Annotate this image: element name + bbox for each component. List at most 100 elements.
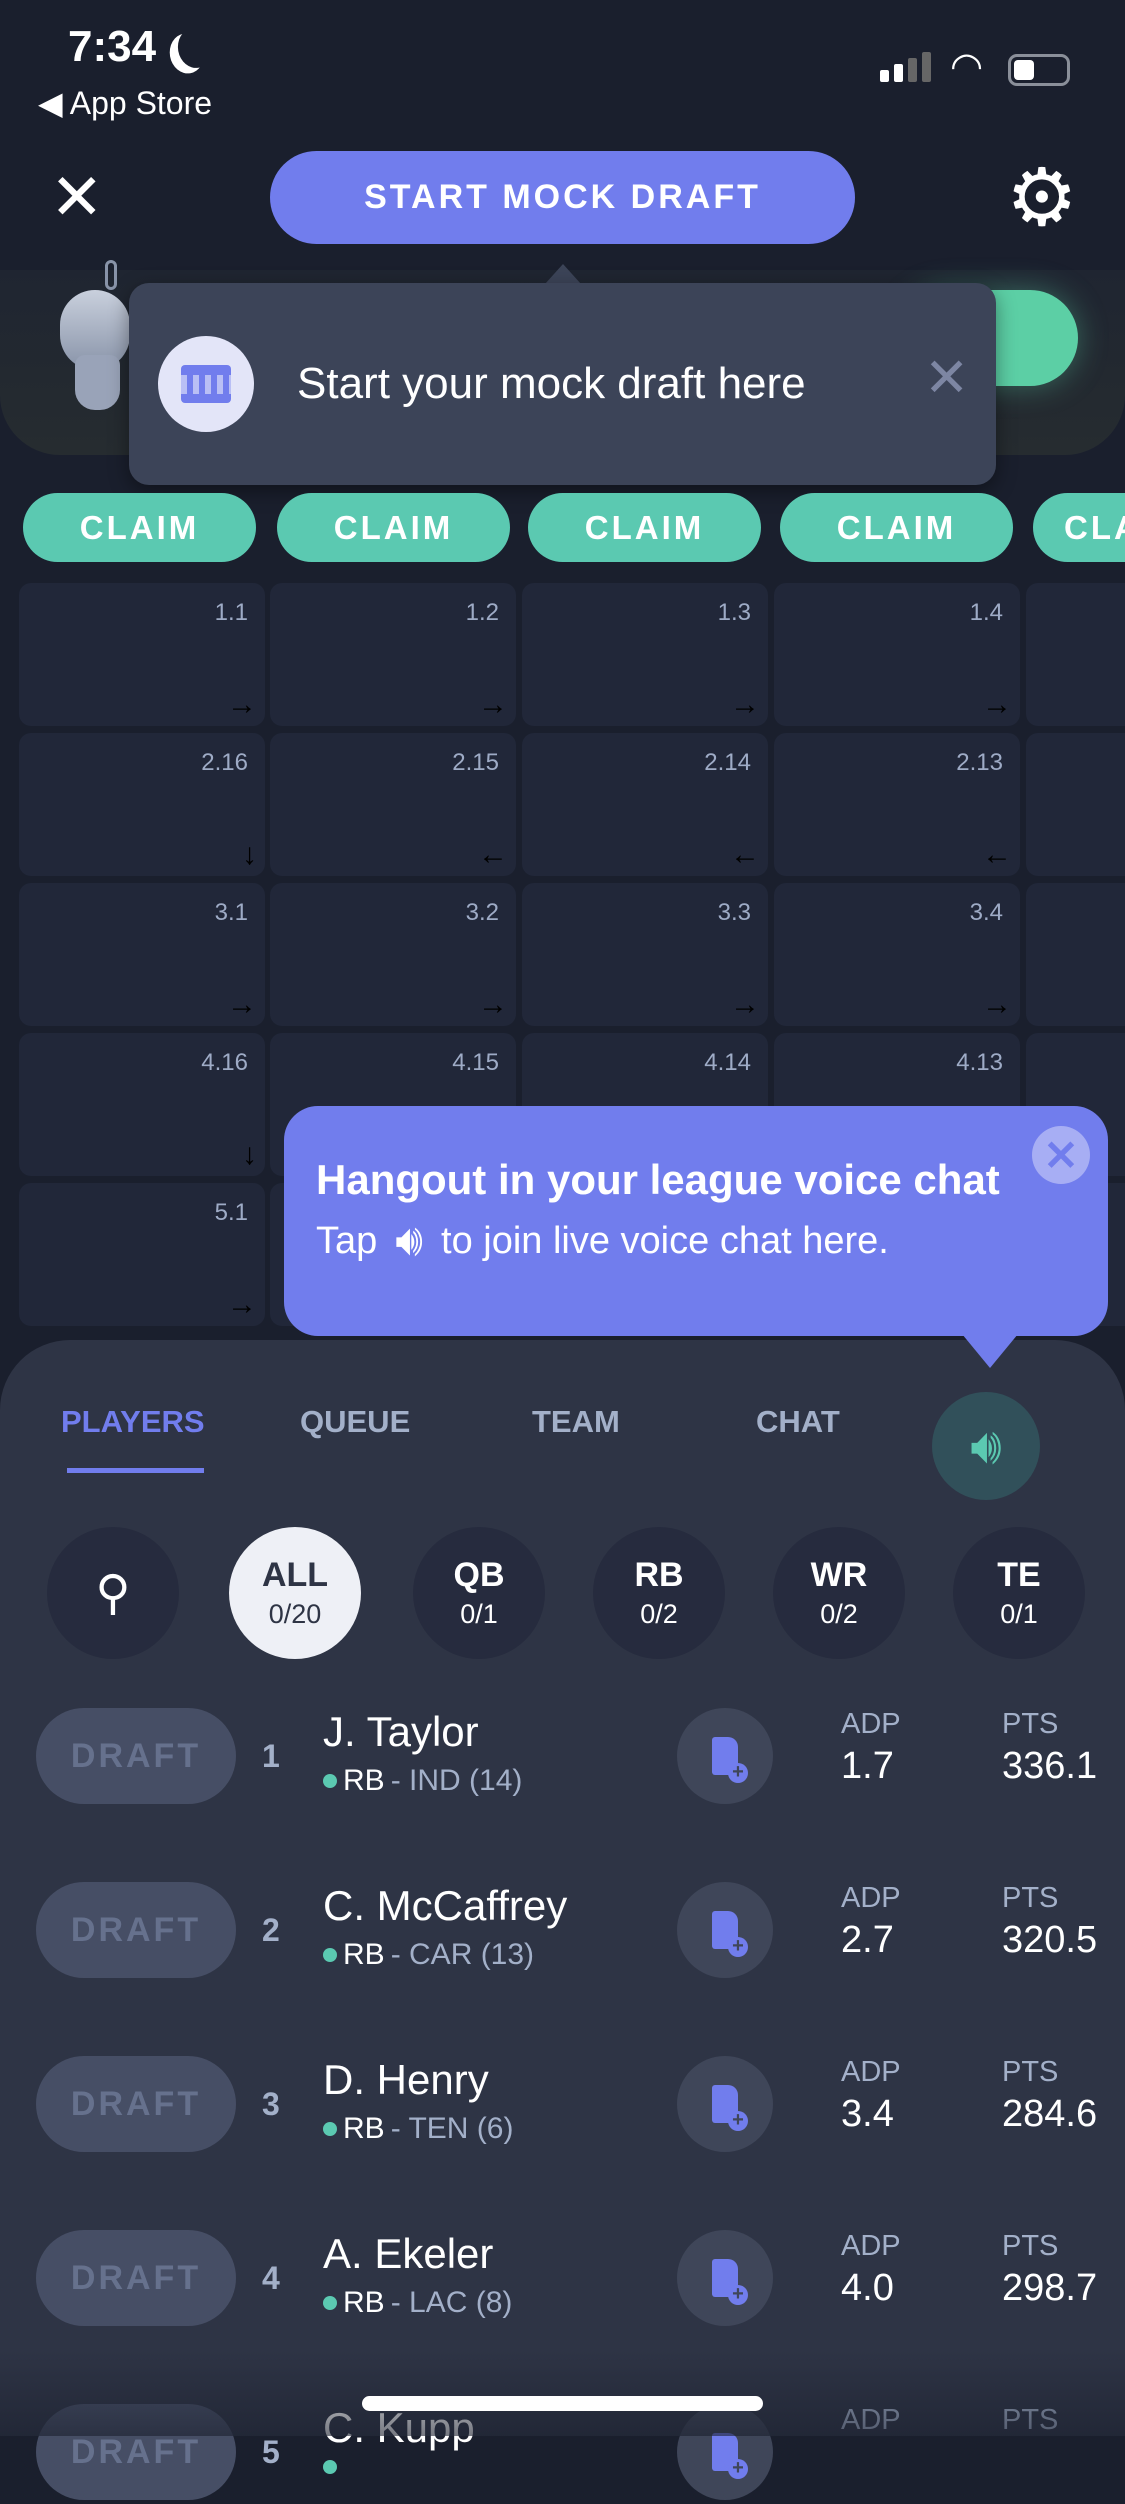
tooltip-body: Tap 🔊︎ to join live voice chat here.: [316, 1216, 889, 1266]
snake-direction-arrow-icon: →: [227, 1288, 257, 1321]
gear-icon[interactable]: ⚙: [1006, 158, 1078, 238]
player-team: - TEN (6): [390, 2112, 514, 2145]
draft-pick-cell[interactable]: 5.1 →: [19, 1183, 265, 1326]
pick-number: 1.4: [969, 599, 1003, 626]
pick-number: 3.3: [717, 899, 751, 926]
draft-pick-cell[interactable]: [1026, 733, 1125, 876]
adp-label: ADP: [841, 2056, 901, 2088]
player-row: DRAFT 1 J. Taylor RB- IND (14) ADP 1.7 PT…: [0, 1708, 1125, 1808]
search-button[interactable]: ⚲: [47, 1527, 179, 1659]
player-rank: 4: [262, 2260, 280, 2296]
player-position: RB: [343, 2112, 385, 2145]
status-dot-icon: [323, 2460, 337, 2474]
draft-pick-cell[interactable]: 2.16 ↓: [19, 733, 265, 876]
claim-button[interactable]: CLAIM: [23, 493, 256, 562]
position-filter-wr[interactable]: WR 0/2: [773, 1527, 905, 1659]
draft-pick-cell[interactable]: [1026, 583, 1125, 726]
tab-chat[interactable]: CHAT: [756, 1404, 840, 1440]
draft-pick-cell[interactable]: 2.13 ←: [774, 733, 1020, 876]
add-note-button[interactable]: [677, 1882, 773, 1978]
position-filter-all[interactable]: ALL 0/20: [229, 1527, 361, 1659]
speaker-icon: 🔊︎: [970, 1417, 1002, 1474]
player-name[interactable]: A. Ekeler: [323, 2230, 493, 2278]
snake-direction-arrow-icon: →: [982, 688, 1012, 721]
draft-pick-cell[interactable]: 1.3 →: [522, 583, 768, 726]
position-filter-qb[interactable]: QB 0/1: [413, 1527, 545, 1659]
pick-number: 3.4: [969, 899, 1003, 926]
player-position: RB: [343, 2286, 385, 2319]
close-icon[interactable]: ✕: [50, 165, 104, 229]
pts-label: PTS: [1002, 1882, 1059, 1914]
adp-stat: ADP 2.7: [841, 1882, 901, 1962]
pts-label: PTS: [1002, 2056, 1059, 2088]
player-name[interactable]: C. McCaffrey: [323, 1882, 567, 1930]
snake-direction-arrow-icon: ←: [730, 838, 760, 871]
player-name[interactable]: J. Taylor: [323, 1708, 479, 1756]
pick-number: 3.2: [465, 899, 499, 926]
claim-button[interactable]: CLAIM: [528, 493, 761, 562]
draft-pick-cell[interactable]: 1.4 →: [774, 583, 1020, 726]
pts-value: 336.1: [1002, 1745, 1098, 1787]
adp-stat: ADP 3.4: [841, 2056, 901, 2136]
draft-pick-cell[interactable]: 4.16 ↓: [19, 1033, 265, 1176]
adp-label: ADP: [841, 1882, 901, 1914]
draft-pick-cell[interactable]: 3.4 →: [774, 883, 1020, 1026]
pick-number: 1.2: [465, 599, 499, 626]
draft-pick-cell[interactable]: 2.15 ←: [270, 733, 516, 876]
pick-number: 2.15: [452, 749, 499, 776]
tab-queue[interactable]: QUEUE: [300, 1404, 410, 1440]
pick-number: 4.13: [956, 1049, 1003, 1076]
add-note-button[interactable]: [677, 1708, 773, 1804]
player-rank: 3: [262, 2086, 280, 2122]
start-mock-draft-button[interactable]: START MOCK DRAFT: [270, 151, 855, 244]
back-to-app-store[interactable]: ◀ App Store: [38, 84, 212, 122]
draft-pick-cell[interactable]: 1.2 →: [270, 583, 516, 726]
filter-count: 0/20: [268, 1599, 322, 1629]
snake-direction-arrow-icon: →: [227, 988, 257, 1021]
note-add-icon: [712, 1737, 748, 1783]
player-position: RB: [343, 1938, 385, 1971]
draft-pick-cell[interactable]: 2.14 ←: [522, 733, 768, 876]
tooltip-close-icon[interactable]: ✕: [924, 351, 969, 405]
filter-count: 0/1: [460, 1599, 498, 1629]
draft-board-icon: [158, 336, 254, 432]
draft-button[interactable]: DRAFT: [36, 2056, 236, 2152]
adp-stat: ADP 4.0: [841, 2230, 901, 2310]
voice-chat-tooltip: Hangout in your league voice chat Tap 🔊︎…: [284, 1106, 1108, 1336]
adp-value: 3.4: [841, 2093, 894, 2135]
pts-label: PTS: [1002, 2230, 1059, 2262]
claim-button[interactable]: CLAIM: [1033, 493, 1125, 562]
tooltip-arrow: [545, 264, 581, 284]
filter-name: WR: [810, 1556, 868, 1594]
draft-button[interactable]: DRAFT: [36, 1882, 236, 1978]
pts-label: PTS: [1002, 1708, 1059, 1740]
pick-number: 4.15: [452, 1049, 499, 1076]
add-note-button[interactable]: [677, 2230, 773, 2326]
draft-pick-cell[interactable]: 3.2 →: [270, 883, 516, 1026]
position-filter-te[interactable]: TE 0/1: [953, 1527, 1085, 1659]
draft-button[interactable]: DRAFT: [36, 2230, 236, 2326]
pts-value: 284.6: [1002, 2093, 1098, 2135]
claim-button[interactable]: CLAIM: [780, 493, 1013, 562]
player-name[interactable]: D. Henry: [323, 2056, 489, 2104]
pick-number: 2.13: [956, 749, 1003, 776]
claim-button[interactable]: CLAIM: [277, 493, 510, 562]
voice-chat-button[interactable]: 🔊︎: [932, 1392, 1040, 1500]
draft-button[interactable]: DRAFT: [36, 1708, 236, 1804]
draft-pick-cell[interactable]: 3.3 →: [522, 883, 768, 1026]
tab-team[interactable]: TEAM: [532, 1404, 620, 1440]
add-note-button[interactable]: [677, 2056, 773, 2152]
tooltip-body-text: to join live voice chat here.: [441, 1219, 889, 1262]
tooltip-close-button[interactable]: ✕: [1032, 1126, 1090, 1184]
draft-pick-cell[interactable]: 1.1 →: [19, 583, 265, 726]
note-add-icon: [712, 2433, 748, 2479]
position-filter-rb[interactable]: RB 0/2: [593, 1527, 725, 1659]
tab-players[interactable]: PLAYERS: [61, 1404, 205, 1440]
adp-label: ADP: [841, 1708, 901, 1740]
adp-label: ADP: [841, 2230, 901, 2262]
draft-pick-cell[interactable]: 3.1 →: [19, 883, 265, 1026]
player-position-team: RB - LAC (8): [323, 2286, 512, 2320]
draft-pick-cell[interactable]: [1026, 883, 1125, 1026]
home-indicator[interactable]: [362, 2396, 763, 2411]
snake-direction-arrow-icon: ←: [478, 838, 508, 871]
